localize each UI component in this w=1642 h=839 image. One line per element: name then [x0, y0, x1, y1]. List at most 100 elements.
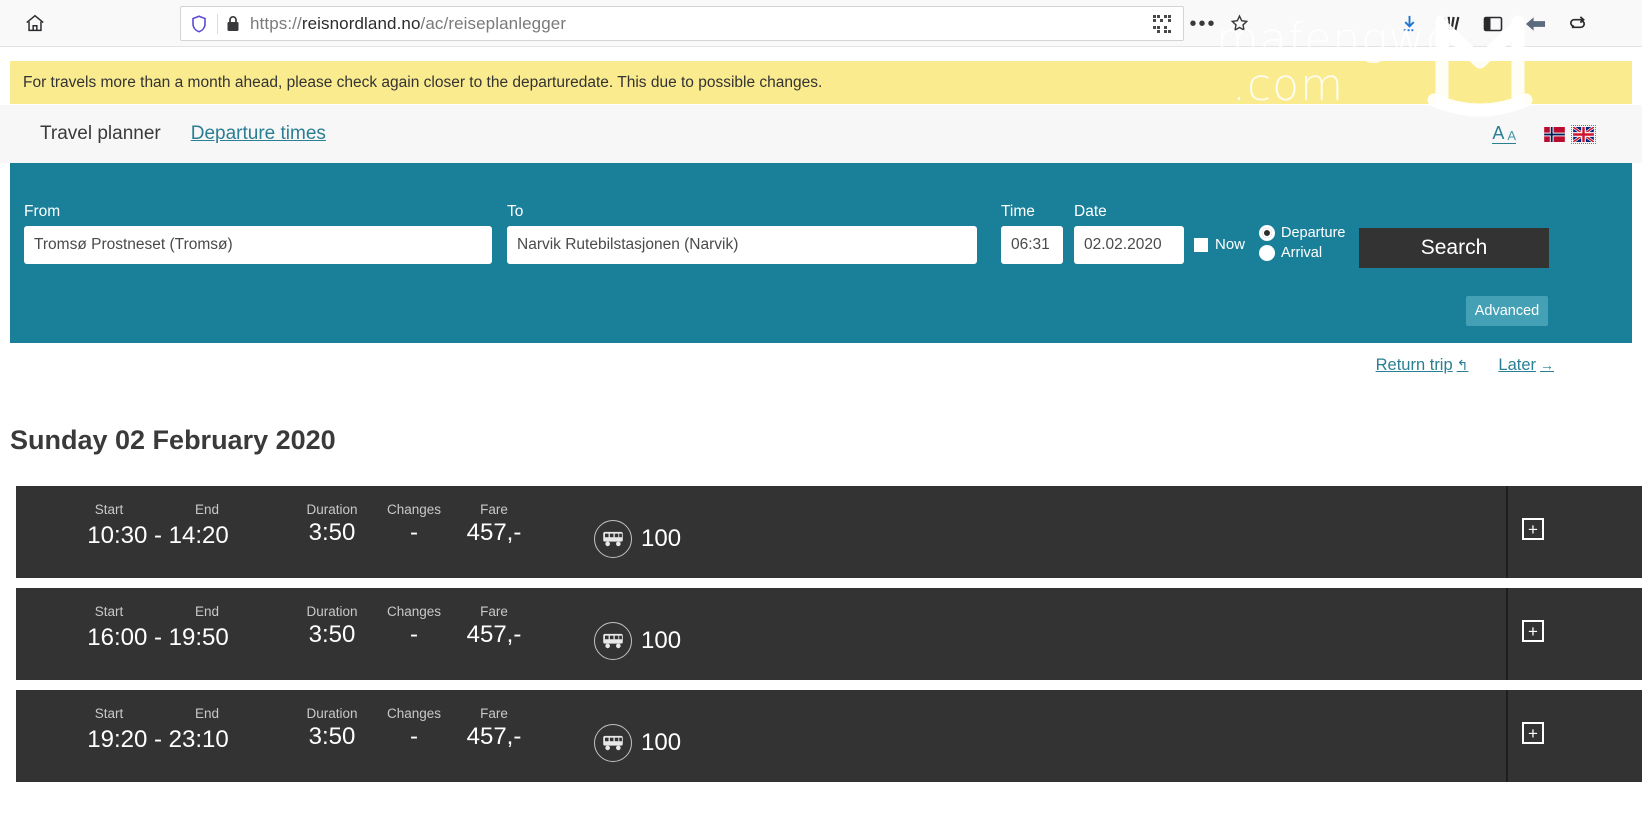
- col-fare: Fare 457,-: [448, 604, 540, 649]
- return-arrow-icon: ↰: [1456, 356, 1469, 373]
- address-bar[interactable]: https://reisnordland.no/ac/reiseplanlegg…: [180, 6, 1184, 41]
- nav-utilities: A A: [1492, 124, 1596, 144]
- date-label: Date: [1074, 203, 1107, 220]
- table-row[interactable]: Start End 19:20 - 23:10 Duration 3:50 Ch…: [16, 690, 1642, 782]
- col-changes-header: Changes: [386, 502, 442, 517]
- return-trip-label: Return trip: [1375, 355, 1453, 374]
- star-icon[interactable]: [1222, 7, 1256, 41]
- sync-icon[interactable]: [1560, 7, 1594, 41]
- uk-flag-icon[interactable]: [1571, 124, 1596, 144]
- download-arrow-icon[interactable]: [1392, 7, 1426, 41]
- table-row[interactable]: Start End 10:30 - 14:20 Duration 3:50 Ch…: [16, 486, 1642, 578]
- route-info: 100: [594, 724, 681, 762]
- radio-departure[interactable]: Departure: [1259, 225, 1345, 241]
- day-heading: Sunday 02 February 2020: [10, 425, 336, 455]
- col-start: Start: [64, 502, 154, 519]
- from-input[interactable]: [24, 226, 492, 264]
- advanced-button[interactable]: Advanced: [1466, 296, 1548, 326]
- more-options-icon[interactable]: •••: [1186, 7, 1220, 41]
- expand-row-button[interactable]: [1522, 722, 1544, 744]
- norwegian-flag-icon[interactable]: [1544, 126, 1565, 142]
- later-label: Later: [1498, 355, 1536, 374]
- col-fare-header: Fare: [480, 706, 508, 721]
- to-label: To: [507, 203, 524, 220]
- back-arrow-icon[interactable]: [1518, 7, 1552, 41]
- from-label: From: [24, 203, 61, 220]
- changes-value: -: [410, 621, 418, 648]
- radio-arrival-label: Arrival: [1281, 245, 1323, 261]
- changes-value: -: [410, 723, 418, 750]
- search-button[interactable]: Search: [1359, 228, 1549, 268]
- toolbar-divider: [217, 13, 218, 34]
- row-divider: [1506, 486, 1508, 578]
- font-size-control[interactable]: A A: [1492, 124, 1516, 144]
- time-range-value: 10:30 - 14:20: [87, 522, 229, 549]
- urlbar-actions: •••: [1186, 0, 1256, 47]
- to-input[interactable]: [507, 226, 977, 264]
- col-start-header: Start: [94, 706, 124, 721]
- changes-value: -: [410, 519, 418, 546]
- browser-actions: [1392, 0, 1594, 47]
- search-panel: From To Time Date Now Departure Arrival …: [10, 163, 1632, 343]
- col-fare-header: Fare: [480, 604, 508, 619]
- now-label: Now: [1215, 236, 1246, 253]
- date-input[interactable]: [1074, 226, 1184, 264]
- qr-code-icon[interactable]: [1153, 14, 1175, 33]
- now-checkbox-wrapper[interactable]: Now: [1194, 236, 1245, 253]
- row-divider: [1506, 588, 1508, 680]
- later-arrow-icon: →: [1540, 357, 1554, 373]
- time-range-value: 16:00 - 19:50: [87, 624, 229, 651]
- col-time-range: 10:30 - 14:20: [64, 522, 252, 550]
- tab-travel-planner[interactable]: Travel planner: [40, 123, 161, 145]
- radio-departure-label: Departure: [1281, 225, 1346, 241]
- font-size-small[interactable]: A: [1507, 129, 1516, 142]
- font-size-large[interactable]: A: [1492, 124, 1504, 142]
- later-link[interactable]: Later →: [1498, 356, 1554, 375]
- col-end: End: [162, 706, 252, 723]
- route-number: 100: [641, 627, 682, 654]
- col-end-header: End: [194, 502, 220, 517]
- col-fare: Fare 457,-: [448, 706, 540, 751]
- bus-icon: [594, 724, 632, 762]
- library-icon[interactable]: [1434, 7, 1468, 41]
- radio-departure-dot[interactable]: [1259, 225, 1275, 241]
- expand-row-button[interactable]: [1522, 620, 1544, 642]
- col-changes: Changes -: [368, 604, 460, 649]
- route-info: 100: [594, 622, 681, 660]
- col-changes-header: Changes: [386, 604, 442, 619]
- col-fare-header: Fare: [480, 502, 508, 517]
- fare-value: 457,-: [466, 621, 522, 648]
- col-time-range: 16:00 - 19:50: [64, 624, 252, 652]
- notice-banner: For travels more than a month ahead, ple…: [10, 61, 1632, 104]
- route-number: 100: [641, 729, 682, 756]
- col-changes-header: Changes: [386, 706, 442, 721]
- time-label: Time: [1001, 203, 1035, 220]
- col-changes: Changes -: [368, 706, 460, 751]
- site-nav: Travel planner Departure times A A: [0, 105, 1642, 163]
- shield-icon[interactable]: [191, 14, 207, 33]
- now-checkbox[interactable]: [1194, 237, 1208, 252]
- lock-icon[interactable]: [226, 15, 240, 32]
- time-input[interactable]: [1001, 226, 1063, 264]
- expand-row-button[interactable]: [1522, 518, 1544, 540]
- tab-departure-times[interactable]: Departure times: [191, 123, 326, 145]
- col-end-header: End: [194, 706, 220, 721]
- col-end-header: End: [194, 604, 220, 619]
- browser-toolbar: https://reisnordland.no/ac/reiseplanlegg…: [0, 0, 1642, 47]
- fare-value: 457,-: [466, 723, 522, 750]
- sidebar-icon[interactable]: [1476, 7, 1510, 41]
- route-info: 100: [594, 520, 681, 558]
- home-icon[interactable]: [18, 6, 52, 40]
- departure-arrival-radios: Departure Arrival: [1259, 225, 1345, 265]
- fare-value: 457,-: [466, 519, 522, 546]
- bus-icon: [594, 622, 632, 660]
- nav-tabs: Travel planner Departure times: [40, 123, 326, 145]
- url-text: https://reisnordland.no/ac/reiseplanlegg…: [250, 13, 567, 33]
- col-start-header: Start: [94, 502, 124, 517]
- time-range-value: 19:20 - 23:10: [87, 726, 229, 753]
- return-trip-link[interactable]: Return trip ↰: [1376, 356, 1469, 375]
- radio-arrival[interactable]: Arrival: [1259, 245, 1345, 261]
- page-root: https://reisnordland.no/ac/reiseplanlegg…: [0, 0, 1642, 839]
- radio-arrival-dot[interactable]: [1259, 245, 1275, 261]
- table-row[interactable]: Start End 16:00 - 19:50 Duration 3:50 Ch…: [16, 588, 1642, 680]
